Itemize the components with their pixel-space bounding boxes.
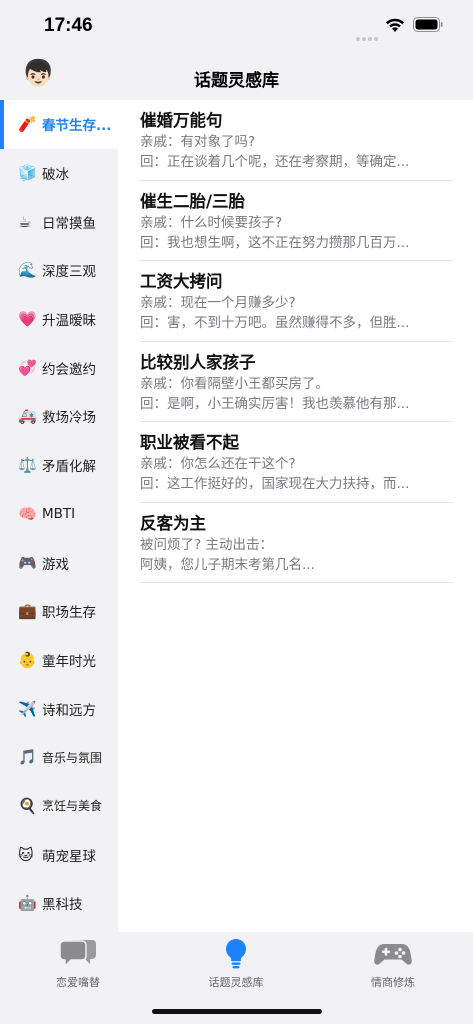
robot-icon: 🤖: [18, 894, 37, 913]
frying-pan-icon: 🍳: [18, 796, 37, 815]
topic-title: 工资大拷问: [140, 272, 223, 291]
tab-label: 话题灵感库: [208, 976, 264, 989]
topic-list: 催婚万能句 亲戚：有对象了吗? 回：正在谈着几个呢，还在考察期，等确定... 催…: [118, 100, 473, 932]
list-item[interactable]: 催生二胎/三胎 亲戚：什么时候要孩子? 回：我也想生啊，这不正在努力攒那几百万.…: [140, 181, 453, 261]
wifi-icon: [386, 18, 404, 32]
sidebar-item-label: 升温暧昧: [42, 313, 96, 330]
wave-icon: 🌊: [18, 261, 37, 280]
category-sidebar: 🧨 春节生存... 🧊 破冰 ☕ 日常摸鱼 🌊 深度三观 💗 升温暧昧 💞 约会…: [0, 100, 118, 932]
topic-question: 亲戚：现在一个月赚多少?: [140, 295, 296, 311]
tab-label: 恋爱嘴替: [56, 976, 100, 989]
topic-question: 亲戚：你看隔壁小王都买房了。: [140, 375, 329, 392]
sidebar-item-label: 烹饪与美食: [42, 799, 103, 814]
lightbulb-icon: [225, 939, 247, 969]
sidebar-item-conflict-resolution[interactable]: ⚖️ 矛盾化解: [0, 441, 118, 490]
tab-label: 情商修炼: [371, 976, 415, 989]
sidebar-item-label: 黑科技: [42, 897, 83, 914]
firecracker-icon: 🧨: [18, 115, 37, 134]
sidebar-item-icebreaker[interactable]: 🧊 破冰: [0, 149, 118, 198]
topic-answer: 回：正在谈着几个呢，还在考察期，等确定...: [140, 154, 410, 170]
sidebar-item-mbti[interactable]: 🧠 MBTI: [0, 490, 118, 539]
topic-question: 亲戚：你怎么还在干这个?: [140, 456, 296, 472]
sidebar-item-label: MBTI: [42, 505, 76, 522]
tab-topic-library[interactable]: 话题灵感库: [176, 936, 296, 990]
topic-title: 催婚万能句: [140, 111, 223, 130]
sidebar-item-tech[interactable]: 🤖 黑科技: [0, 879, 118, 928]
sidebar-item-music[interactable]: 🎵 音乐与氛围: [0, 733, 118, 782]
sidebar-item-flirting[interactable]: 💗 升温暧昧: [0, 295, 118, 344]
briefcase-icon: 💼: [18, 602, 37, 621]
topic-question: 亲戚：什么时候要孩子?: [140, 214, 283, 231]
brain-icon: 🧠: [18, 504, 37, 523]
list-item[interactable]: 职业被看不起 亲戚：你怎么还在干这个? 回：这工作挺好的，国家现在大力扶持，而.…: [140, 422, 453, 503]
list-item[interactable]: 催婚万能句 亲戚：有对象了吗? 回：正在谈着几个呢，还在考察期，等确定...: [140, 100, 453, 181]
scales-icon: ⚖️: [18, 456, 37, 475]
status-bar: 17:46: [0, 0, 473, 54]
battery-icon: [413, 17, 443, 32]
sidebar-item-label: 救场冷场: [42, 410, 96, 427]
baby-icon: 👶: [18, 650, 37, 669]
sidebar-item-awkward-rescue[interactable]: 🚑 救场冷场: [0, 392, 118, 441]
topic-answer: 回：我也想生啊，这不正在努力攒那几百万...: [140, 234, 410, 251]
tab-eq-training[interactable]: 情商修炼: [333, 936, 453, 990]
sidebar-item-label: 职场生存: [42, 605, 96, 622]
status-time: 17:46: [44, 15, 93, 36]
list-item[interactable]: 反客为主 被问烦了? 主动出击： 阿姨，您儿子期末考第几名...: [140, 503, 453, 583]
topic-title: 催生二胎/三胎: [140, 191, 246, 211]
sidebar-item-label: 矛盾化解: [42, 459, 96, 476]
sidebar-item-label: 萌宠星球: [42, 848, 96, 865]
topic-answer: 回：害，不到十万吧。虽然赚得不多，但胜...: [140, 315, 410, 331]
sidebar-item-travel[interactable]: ✈️ 诗和远方: [0, 684, 118, 733]
sidebar-item-pets[interactable]: 🐱 萌宠星球: [0, 830, 118, 879]
sidebar-item-label: 音乐与氛围: [42, 750, 103, 765]
growing-heart-icon: 💗: [18, 310, 37, 329]
list-item[interactable]: 工资大拷问 亲戚：现在一个月赚多少? 回：害，不到十万吧。虽然赚得不多，但胜..…: [140, 261, 453, 342]
topic-answer: 阿姨，您儿子期末考第几名...: [140, 556, 315, 573]
ice-cube-icon: 🧊: [18, 164, 37, 183]
topic-answer: 回：这工作挺好的，国家现在大力扶持，而...: [140, 476, 410, 492]
home-indicator: [152, 1009, 322, 1014]
sidebar-item-date-invite[interactable]: 💞 约会邀约: [0, 343, 118, 392]
sidebar-item-label: 游戏: [42, 556, 69, 573]
tab-love-quotes[interactable]: 恋爱嘴替: [18, 936, 138, 990]
nav-bar: 👦🏻 话题灵感库: [0, 54, 473, 100]
sidebar-item-label: 春节生存...: [42, 118, 112, 135]
sidebar-item-spring-festival[interactable]: 🧨 春节生存...: [0, 100, 118, 149]
topic-title: 反客为主: [140, 513, 206, 533]
airplane-icon: ✈️: [18, 699, 37, 718]
ambulance-icon: 🚑: [18, 407, 37, 426]
music-note-icon: 🎵: [18, 748, 37, 767]
sidebar-item-deep-values[interactable]: 🌊 深度三观: [0, 246, 118, 295]
list-item[interactable]: 比较别人家孩子 亲戚：你看隔壁小王都买房了。 回：是啊，小王确实厉害！我也羡慕他…: [140, 342, 453, 422]
cellular-dots-icon: [356, 26, 382, 41]
sidebar-item-games[interactable]: 🎮 游戏: [0, 538, 118, 587]
coffee-icon: ☕: [18, 212, 32, 231]
game-controller-icon: 🎮: [18, 553, 37, 572]
sidebar-item-label: 日常摸鱼: [42, 215, 96, 232]
topic-answer: 回：是啊，小王确实厉害！我也羡慕他有那...: [140, 395, 410, 412]
topic-title: 职业被看不起: [140, 433, 239, 452]
two-hearts-icon: 💞: [18, 358, 37, 377]
gamepad-icon: [374, 944, 412, 965]
sidebar-item-cooking[interactable]: 🍳 烹饪与美食: [0, 782, 118, 831]
sidebar-item-childhood[interactable]: 👶 童年时光: [0, 636, 118, 685]
topic-question: 亲戚：有对象了吗?: [140, 134, 256, 150]
chat-bubbles-icon: [59, 940, 96, 968]
sidebar-item-daily-slacking[interactable]: ☕ 日常摸鱼: [0, 197, 118, 246]
topic-question: 被问烦了? 主动出击：: [140, 536, 273, 553]
sidebar-item-label: 破冰: [42, 167, 69, 184]
sidebar-item-workplace[interactable]: 💼 职场生存: [0, 587, 118, 636]
page-title: 话题灵感库: [194, 71, 279, 91]
sidebar-item-label: 深度三观: [42, 264, 96, 281]
topic-title: 比较别人家孩子: [140, 352, 256, 372]
sidebar-item-label: 诗和远方: [42, 702, 96, 719]
sidebar-item-label: 童年时光: [42, 653, 96, 670]
cat-icon: 🐱: [18, 845, 34, 864]
sidebar-item-label: 约会邀约: [42, 361, 96, 378]
